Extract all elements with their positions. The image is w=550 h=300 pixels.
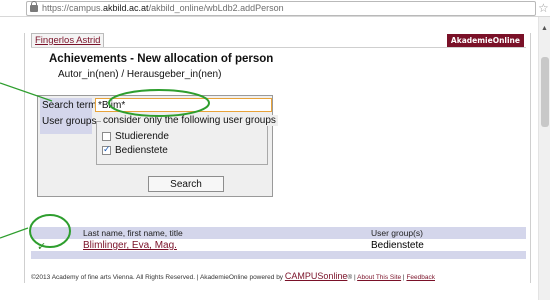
user-tab-link[interactable]: Fingerlos Astrid xyxy=(31,33,105,47)
copyright-text: ©2013 Academy of fine arts Vienna. All R… xyxy=(31,274,285,281)
vertical-scrollbar[interactable]: ▲ xyxy=(538,17,550,300)
url-text: https://campus.akbild.ac.at/akbild_onlin… xyxy=(42,3,284,13)
search-button[interactable]: Search xyxy=(148,176,224,192)
person-name-link[interactable]: Blimlinger, Eva, Mag. xyxy=(83,240,177,251)
bedienstete-label: Bedienstete xyxy=(115,144,168,156)
bookmark-star-icon[interactable]: ☆ xyxy=(538,1,549,15)
url-field[interactable]: https://campus.akbild.ac.at/akbild_onlin… xyxy=(26,1,536,16)
brand-badge: AkademieOnline xyxy=(446,34,524,47)
user-groups-label: User groups xyxy=(42,116,97,127)
page-title: Achievements - New allocation of person xyxy=(49,53,274,65)
browser-address-bar: https://campus.akbild.ac.at/akbild_onlin… xyxy=(0,0,550,17)
user-groups-fieldset: consider only the following user groups … xyxy=(96,115,278,165)
search-term-label: Search term xyxy=(42,100,97,111)
campusonline-link[interactable]: CAMPUSonline xyxy=(285,271,348,281)
search-term-input[interactable] xyxy=(95,98,272,112)
scroll-up-arrow-icon[interactable]: ▲ xyxy=(541,25,548,32)
scroll-thumb[interactable] xyxy=(541,57,549,127)
col-header-group: User group(s) xyxy=(371,228,423,238)
feedback-link[interactable]: Feedback xyxy=(406,274,435,281)
search-panel: Search term User groups consider only th… xyxy=(37,95,278,197)
about-link[interactable]: About This Site xyxy=(357,274,401,281)
page-subtitle: Autor_in(nen) / Herausgeber_in(nen) xyxy=(58,69,222,80)
user-group-cell: Bedienstete xyxy=(371,240,424,251)
option-bedienstete[interactable]: Bedienstete xyxy=(102,144,168,156)
table-header: Last name, first name, title User group(… xyxy=(31,227,526,239)
table-row: ✓ Blimlinger, Eva, Mag. Bedienstete xyxy=(31,239,526,253)
table-footer-bar xyxy=(31,251,526,259)
user-groups-legend: consider only the following user groups xyxy=(101,115,278,126)
option-studierende[interactable]: Studierende xyxy=(102,130,169,142)
header-divider xyxy=(31,47,526,48)
studierende-label: Studierende xyxy=(115,130,169,142)
col-header-name: Last name, first name, title xyxy=(83,228,183,238)
lock-icon xyxy=(30,1,38,12)
page-content: Fingerlos Astrid AkademieOnline Achievem… xyxy=(24,33,531,283)
bedienstete-checkbox[interactable] xyxy=(102,144,111,155)
studierende-checkbox[interactable] xyxy=(102,131,111,141)
page-footer: ©2013 Academy of fine arts Vienna. All R… xyxy=(31,271,435,281)
